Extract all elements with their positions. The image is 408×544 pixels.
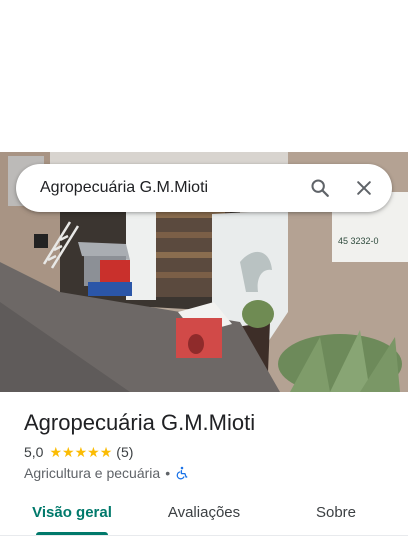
category-row: Agricultura e pecuária • [24,465,189,481]
rating-stars: ★ ★ ★ ★ ★ [49,445,112,459]
sign-phone-text: 45 3232-0 [338,236,379,246]
place-category: Agricultura e pecuária [24,465,161,481]
search-icon [311,179,329,197]
tab-overview[interactable]: Visão geral [24,502,120,544]
star-icon: ★ [74,444,88,460]
star-icon: ★ [87,444,100,460]
search-input[interactable] [16,164,298,212]
rating-row[interactable]: 5,0 ★ ★ ★ ★ ★ (5) [24,444,133,460]
place-tabs: Visão geral Avaliações Sobre [0,502,408,544]
separator-dot: • [165,465,171,481]
search-button[interactable] [298,166,342,210]
tab-about[interactable]: Sobre [288,502,384,544]
tabs-divider [0,535,408,536]
search-bar[interactable] [16,164,392,212]
rating-value: 5,0 [24,444,44,460]
place-title: Agropecuária G.M.Mioti [24,410,256,435]
star-icon: ★ [62,444,75,460]
wheelchair-icon [175,466,189,480]
star-icon: ★ [49,444,63,460]
clear-search-button[interactable] [342,166,386,210]
star-icon: ★ [99,444,113,460]
close-icon [357,181,371,195]
map-blank-area [0,0,408,152]
tab-reviews[interactable]: Avaliações [156,502,252,544]
review-count[interactable]: (5) [116,444,133,460]
